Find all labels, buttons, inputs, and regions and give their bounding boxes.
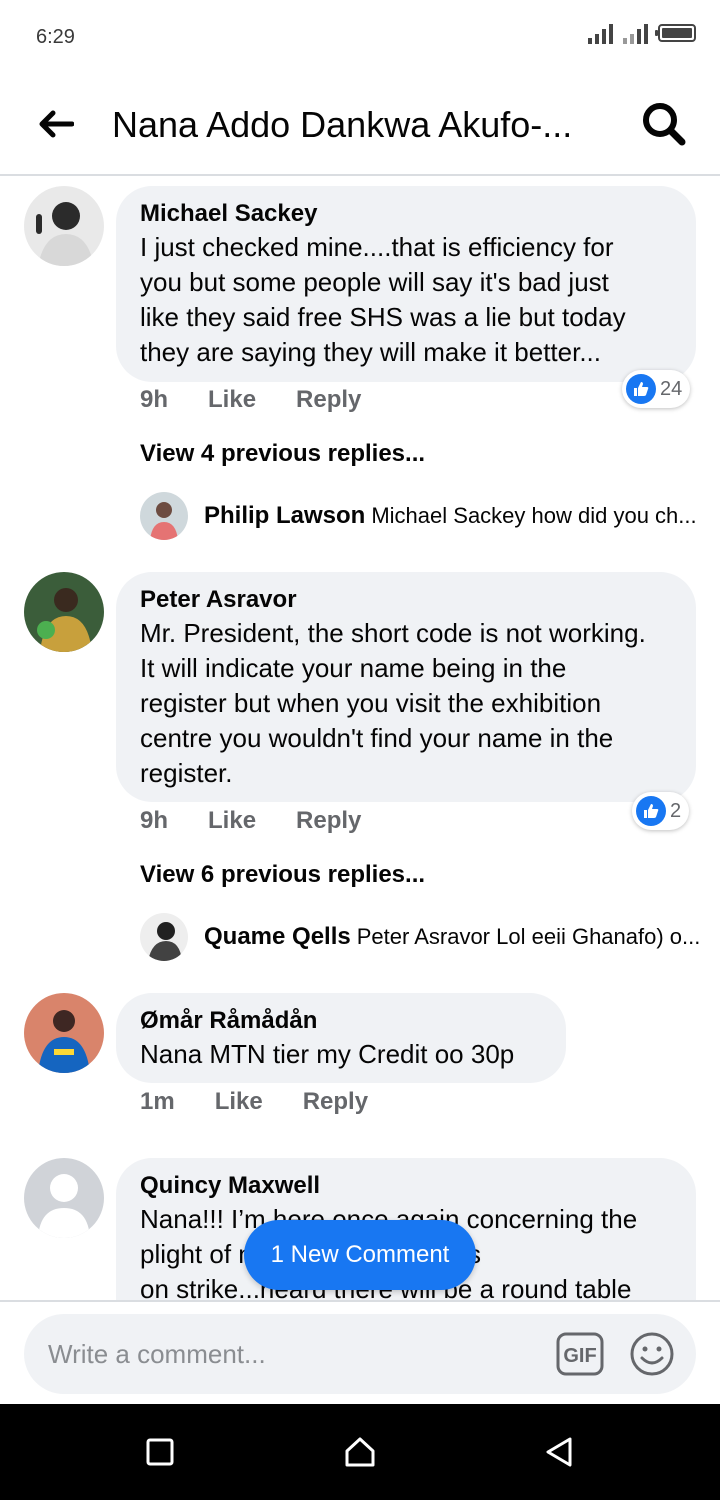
header: Nana Addo Dankwa Akufo-... [0,72,720,176]
comment-input[interactable]: Write a comment... GIF [24,1314,696,1394]
reply-avatar[interactable] [140,913,188,961]
search-button[interactable] [640,100,688,148]
triangle-back-icon [546,1437,572,1467]
like-button[interactable]: Like [208,807,256,835]
comment-time: 9h [140,807,169,834]
status-time: 6:29 [36,26,75,48]
gif-icon: GIF [556,1332,604,1376]
view-previous-replies[interactable]: View 6 previous replies... [140,861,425,889]
signal-icon-2 [623,22,648,44]
square-icon [146,1438,174,1466]
thumbs-up-icon [636,796,666,826]
reply-text: Michael Sackey how did you ch... [371,503,697,528]
smile-icon [630,1332,674,1376]
gif-button[interactable]: GIF [556,1332,604,1376]
comment-author[interactable]: Peter Asravor [140,586,672,614]
new-comment-button[interactable]: 1 New Comment [244,1220,476,1290]
avatar[interactable] [24,572,104,652]
comment-author[interactable]: Ømår Råmådån [140,1007,542,1035]
back-nav-button[interactable] [540,1432,580,1472]
comment-text: Nana MTN tier my Credit oo 30p [140,1039,515,1069]
home-button[interactable] [340,1432,380,1472]
status-bar: 6:29 [0,0,720,72]
comment-actions: 1m Like Reply [140,1088,408,1116]
home-icon [345,1437,375,1467]
reaction-count[interactable]: 2 [632,792,690,830]
reaction-count[interactable]: 24 [622,370,691,408]
comment-bubble[interactable]: Ømår Råmådån Nana MTN tier my Credit oo … [116,993,566,1083]
comment-text: Mr. President, the short code is not wor… [140,618,646,788]
emoji-button[interactable] [628,1330,676,1378]
reaction-total: 2 [670,799,682,822]
status-icons [588,22,696,44]
latest-reply[interactable]: Quame Qells Peter Asravor Lol eeii Ghanaf… [204,923,700,951]
system-nav-bar [0,1404,720,1500]
like-button[interactable]: Like [208,386,256,414]
search-icon [643,103,686,146]
reaction-total: 24 [660,377,683,400]
comment-composer: Write a comment... GIF [0,1300,720,1404]
default-avatar-icon [24,1158,104,1238]
page-title: Nana Addo Dankwa Akufo-... [112,104,573,145]
view-previous-replies[interactable]: View 4 previous replies... [140,440,425,468]
latest-reply[interactable]: Philip Lawson Michael Sackey how did you … [204,502,697,530]
reply-author: Philip Lawson [204,502,366,529]
comment-text: I just checked mine....that is efficienc… [140,232,626,367]
comment-actions: 9h Like Reply [140,386,401,414]
comment-bubble[interactable]: Peter Asravor Mr. President, the short c… [116,572,696,802]
recents-button[interactable] [140,1432,180,1472]
comment-bubble[interactable]: Michael Sackey I just checked mine....th… [116,186,696,382]
reply-text: Peter Asravor Lol eeii Ghanafo) o... [356,924,701,949]
arrow-left-icon [39,110,74,138]
comment-time: 1m [140,1088,175,1115]
reply-button[interactable]: Reply [296,807,361,835]
avatar[interactable] [24,186,104,266]
svg-text:GIF: GIF [563,1345,596,1367]
reply-avatar[interactable] [140,492,188,540]
comment-author[interactable]: Michael Sackey [140,200,672,228]
like-button[interactable]: Like [215,1088,263,1116]
reply-button[interactable]: Reply [296,386,361,414]
back-button[interactable] [34,102,78,146]
thumbs-up-icon [626,374,656,404]
avatar[interactable] [24,993,104,1073]
reply-button[interactable]: Reply [303,1088,368,1116]
avatar[interactable] [24,1158,104,1238]
comments-feed[interactable]: Michael Sackey I just checked mine....th… [0,176,720,1300]
comment-time: 9h [140,386,169,413]
comment-author[interactable]: Quincy Maxwell [140,1172,672,1200]
signal-icon [588,22,613,44]
battery-icon [655,24,696,42]
comment-placeholder: Write a comment... [48,1339,266,1369]
comment-actions: 9h Like Reply [140,807,401,835]
reply-author: Quame Qells [204,923,351,950]
